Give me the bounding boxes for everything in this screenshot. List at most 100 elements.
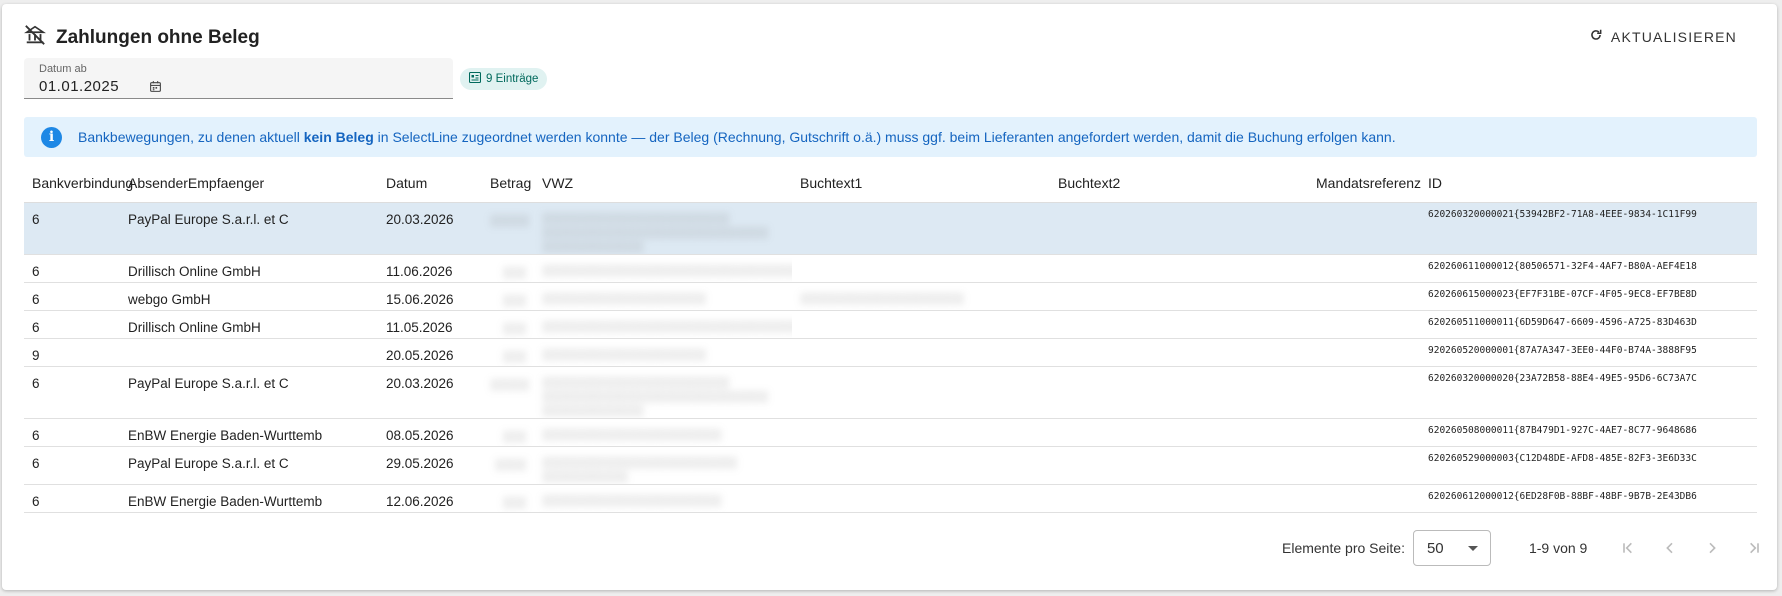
col-header-sender[interactable]: AbsenderEmpfaenger — [120, 164, 378, 203]
col-header-vwz[interactable]: VWZ — [534, 164, 792, 203]
cell-amount: ░░░░ — [482, 446, 534, 485]
cell-sender: PayPal Europe S.a.r.l. et C — [120, 446, 378, 485]
info-icon: i — [41, 126, 62, 148]
info-text-post: in SelectLine zugeordnet werden konnte —… — [373, 129, 1396, 145]
cell-date: 11.05.2026 — [378, 310, 482, 339]
cell-id: 620260612000012{6ED28F0B-88BF-48BF-9B7B-… — [1420, 484, 1757, 513]
cell-vwz: ░░░░░░░░░░░░░░░░░░░░░ — [534, 338, 792, 367]
paginator: Elemente pro Seite: 50 1-9 von 9 — [1282, 530, 1765, 566]
cell-amount: ░░░░░ — [482, 366, 534, 419]
page-header: Zahlungen ohne Beleg — [24, 24, 260, 51]
cell-vwz: ░░░░░░░░░░░░░░░░░░░░░░░░ ░░░░░░░░░░░░░░░… — [534, 202, 792, 255]
col-header-id[interactable]: ID — [1420, 164, 1757, 203]
cell-id: 620260529000003{C12D48DE-AFD8-485E-82F3-… — [1420, 446, 1757, 485]
cell-mandate — [1308, 366, 1420, 419]
info-text-pre: Bankbewegungen, zu denen aktuell — [78, 129, 304, 145]
cell-amount: ░░░ — [482, 282, 534, 311]
cell-bank: 6 — [24, 310, 120, 339]
col-header-bank[interactable]: Bankverbindung — [24, 164, 133, 203]
cell-buchtext1 — [792, 338, 1050, 367]
cell-bank: 6 — [24, 202, 120, 255]
cell-buchtext1 — [792, 366, 1050, 419]
chevron-down-icon — [1467, 546, 1478, 551]
cell-mandate — [1308, 310, 1420, 339]
cell-vwz: ░░░░░░░░░░░░░░░░░░░░░░░ — [534, 418, 792, 447]
cell-sender: Drillisch Online GmbH — [120, 254, 378, 283]
table-row[interactable]: 6 PayPal Europe S.a.r.l. et C 29.05.2026… — [24, 446, 1757, 485]
cell-id: 620260511000011{6D59D647-6609-4596-A725-… — [1420, 310, 1757, 339]
cell-amount: ░░░ — [482, 310, 534, 339]
cell-sender: EnBW Energie Baden-Wurttemb — [120, 418, 378, 447]
cell-bank: 6 — [24, 366, 120, 419]
cell-amount: ░░░░░ — [482, 202, 534, 255]
cell-sender: PayPal Europe S.a.r.l. et C — [120, 202, 378, 255]
page-range-label: 1-9 von 9 — [1528, 540, 1588, 556]
cell-mandate — [1308, 446, 1420, 485]
no-bank-icon — [24, 24, 46, 51]
cell-date: 15.06.2026 — [378, 282, 482, 311]
cell-id: 620260320000021{53942BF2-71A8-4EEE-9834-… — [1420, 202, 1757, 255]
cell-mandate — [1308, 202, 1420, 255]
cell-buchtext1 — [792, 202, 1050, 255]
col-header-date[interactable]: Datum — [378, 164, 482, 203]
cell-date: 29.05.2026 — [378, 446, 482, 485]
cell-buchtext2 — [1050, 446, 1308, 485]
col-header-buchtext1[interactable]: Buchtext1 — [792, 164, 1050, 203]
page-title: Zahlungen ohne Beleg — [56, 26, 260, 48]
payments-card: Zahlungen ohne Beleg AKTUALISIEREN Datum… — [2, 4, 1777, 590]
info-text-bold: kein Beleg — [303, 129, 374, 145]
cell-buchtext2 — [1050, 310, 1308, 339]
cell-amount: ░░░ — [482, 418, 534, 447]
table-row[interactable]: 9 20.05.2026 ░░░ ░░░░░░░░░░░░░░░░░░░░░ 9… — [24, 338, 1757, 367]
cell-date: 08.05.2026 — [378, 418, 482, 447]
cell-date: 20.03.2026 — [378, 366, 482, 419]
per-page-select[interactable]: 50 — [1412, 530, 1491, 566]
cell-vwz: ░░░░░░░░░░░░░░░░░░░░░░░░░░░░░░░░░ — [534, 254, 792, 283]
table-row[interactable]: 6 webgo GmbH 15.06.2026 ░░░ ░░░░░░░░░░░░… — [24, 282, 1757, 311]
table-row[interactable]: 6 PayPal Europe S.a.r.l. et C 20.03.2026… — [24, 202, 1757, 255]
cell-buchtext2 — [1050, 366, 1308, 419]
table-row[interactable]: 6 PayPal Europe S.a.r.l. et C 20.03.2026… — [24, 366, 1757, 419]
cell-buchtext2 — [1050, 282, 1308, 311]
cell-bank: 6 — [24, 484, 120, 513]
cell-bank: 9 — [24, 338, 120, 367]
info-banner: i Bankbewegungen, zu denen aktuell kein … — [24, 117, 1757, 157]
cell-id: 620260615000023{EF7F31BE-07CF-4F05-9EC8-… — [1420, 282, 1757, 311]
table-row[interactable]: 6 EnBW Energie Baden-Wurttemb 12.06.2026… — [24, 484, 1757, 513]
table-row[interactable]: 6 Drillisch Online GmbH 11.06.2026 ░░░ ░… — [24, 254, 1757, 283]
table-row[interactable]: 6 Drillisch Online GmbH 11.05.2026 ░░░ ░… — [24, 310, 1757, 339]
col-header-buchtext2[interactable]: Buchtext2 — [1050, 164, 1308, 203]
next-page-icon[interactable] — [1701, 537, 1723, 559]
cell-date: 11.06.2026 — [378, 254, 482, 283]
cell-date: 12.06.2026 — [378, 484, 482, 513]
cell-sender — [120, 338, 378, 367]
cell-date: 20.03.2026 — [378, 202, 482, 255]
date-from-field[interactable]: Datum ab 01.01.2025 — [24, 58, 453, 99]
cell-vwz: ░░░░░░░░░░░░░░░░░░░░░░░░░░░░░░░░░ — [534, 310, 792, 339]
cell-bank: 6 — [24, 254, 120, 283]
cell-amount: ░░░ — [482, 254, 534, 283]
cell-mandate — [1308, 418, 1420, 447]
cell-id: 620260320000020{23A72B58-88E4-49E5-95D6-… — [1420, 366, 1757, 419]
cell-buchtext2 — [1050, 484, 1308, 513]
table-row[interactable]: 6 EnBW Energie Baden-Wurttemb 08.05.2026… — [24, 418, 1757, 447]
entry-count-badge: 9 Einträge — [460, 68, 548, 90]
prev-page-icon[interactable] — [1659, 537, 1681, 559]
per-page-label: Elemente pro Seite: — [1282, 540, 1405, 556]
cell-sender: PayPal Europe S.a.r.l. et C — [120, 366, 378, 419]
cell-amount: ░░░ — [482, 484, 534, 513]
calendar-icon[interactable] — [149, 80, 162, 98]
cell-sender: EnBW Energie Baden-Wurttemb — [120, 484, 378, 513]
col-header-amount[interactable]: Betrag — [482, 164, 534, 203]
col-header-mandate[interactable]: Mandatsreferenz — [1308, 164, 1421, 203]
date-from-label: Datum ab — [39, 63, 87, 75]
cell-bank: 6 — [24, 282, 120, 311]
first-page-icon[interactable] — [1617, 537, 1639, 559]
cell-buchtext1 — [792, 484, 1050, 513]
last-page-icon[interactable] — [1743, 537, 1765, 559]
refresh-button[interactable]: AKTUALISIEREN — [1589, 28, 1737, 45]
list-badge-icon — [468, 71, 482, 86]
date-from-value[interactable]: 01.01.2025 — [39, 78, 119, 95]
cell-vwz: ░░░░░░░░░░░░░░░░░░░░░░░ — [534, 484, 792, 513]
cell-mandate — [1308, 338, 1420, 367]
